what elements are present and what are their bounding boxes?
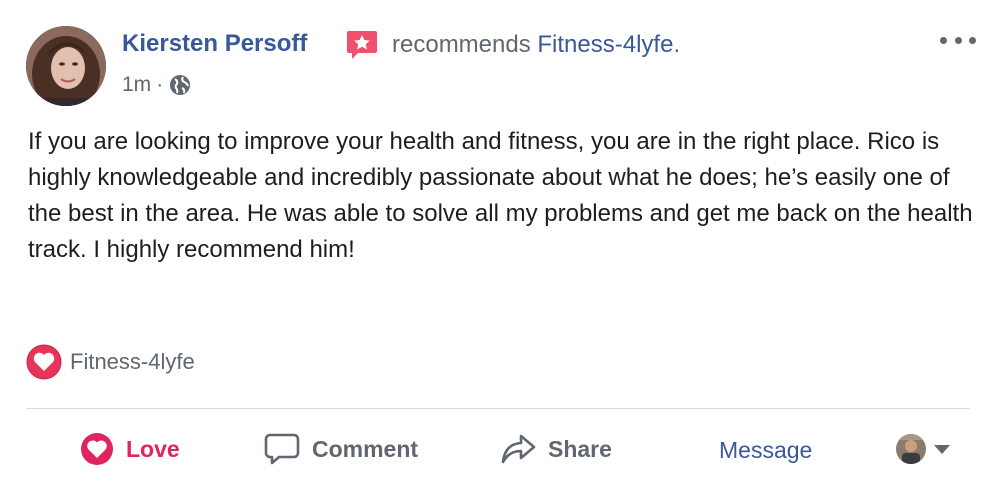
meta-separator: · (156, 73, 164, 96)
comment-bubble-icon (264, 433, 300, 465)
recommends-text: recommends (392, 31, 538, 58)
chevron-down-icon (934, 444, 950, 454)
comment-button[interactable]: Comment (264, 432, 418, 466)
more-options-icon[interactable] (940, 30, 976, 50)
post-meta: 1m · (122, 73, 191, 97)
profile-selector[interactable] (896, 434, 950, 464)
heart-icon (81, 433, 113, 465)
page-avatar (896, 434, 926, 464)
recommends-suffix: . (673, 31, 681, 58)
share-label: Share (548, 435, 612, 462)
post-timestamp[interactable]: 1m (122, 73, 151, 97)
love-button[interactable]: Love (80, 432, 180, 466)
share-arrow-icon (501, 434, 536, 464)
message-button[interactable]: Message (719, 437, 812, 464)
love-label: Love (126, 435, 180, 462)
post-card: Kiersten Persoff recommends Fitness-4lyf… (0, 0, 1002, 488)
author-avatar[interactable] (26, 26, 106, 106)
author-name[interactable]: Kiersten Persoff (122, 30, 307, 58)
globe-icon[interactable] (169, 74, 191, 96)
actions-divider (26, 408, 970, 409)
share-button[interactable]: Share (500, 432, 612, 466)
recommendation-line: recommends Fitness-4lyfe. (392, 31, 680, 59)
tag-page-name: Fitness-4lyfe (70, 349, 195, 374)
recommended-page-link[interactable]: Fitness-4lyfe (537, 31, 673, 58)
recommendation-badge-icon (346, 30, 378, 60)
comment-label: Comment (312, 435, 419, 462)
post-body: If you are looking to improve your healt… (28, 128, 973, 263)
recommendation-tag[interactable]: Fitness-4lyfe (26, 344, 195, 380)
heart-circle-icon (26, 344, 62, 380)
